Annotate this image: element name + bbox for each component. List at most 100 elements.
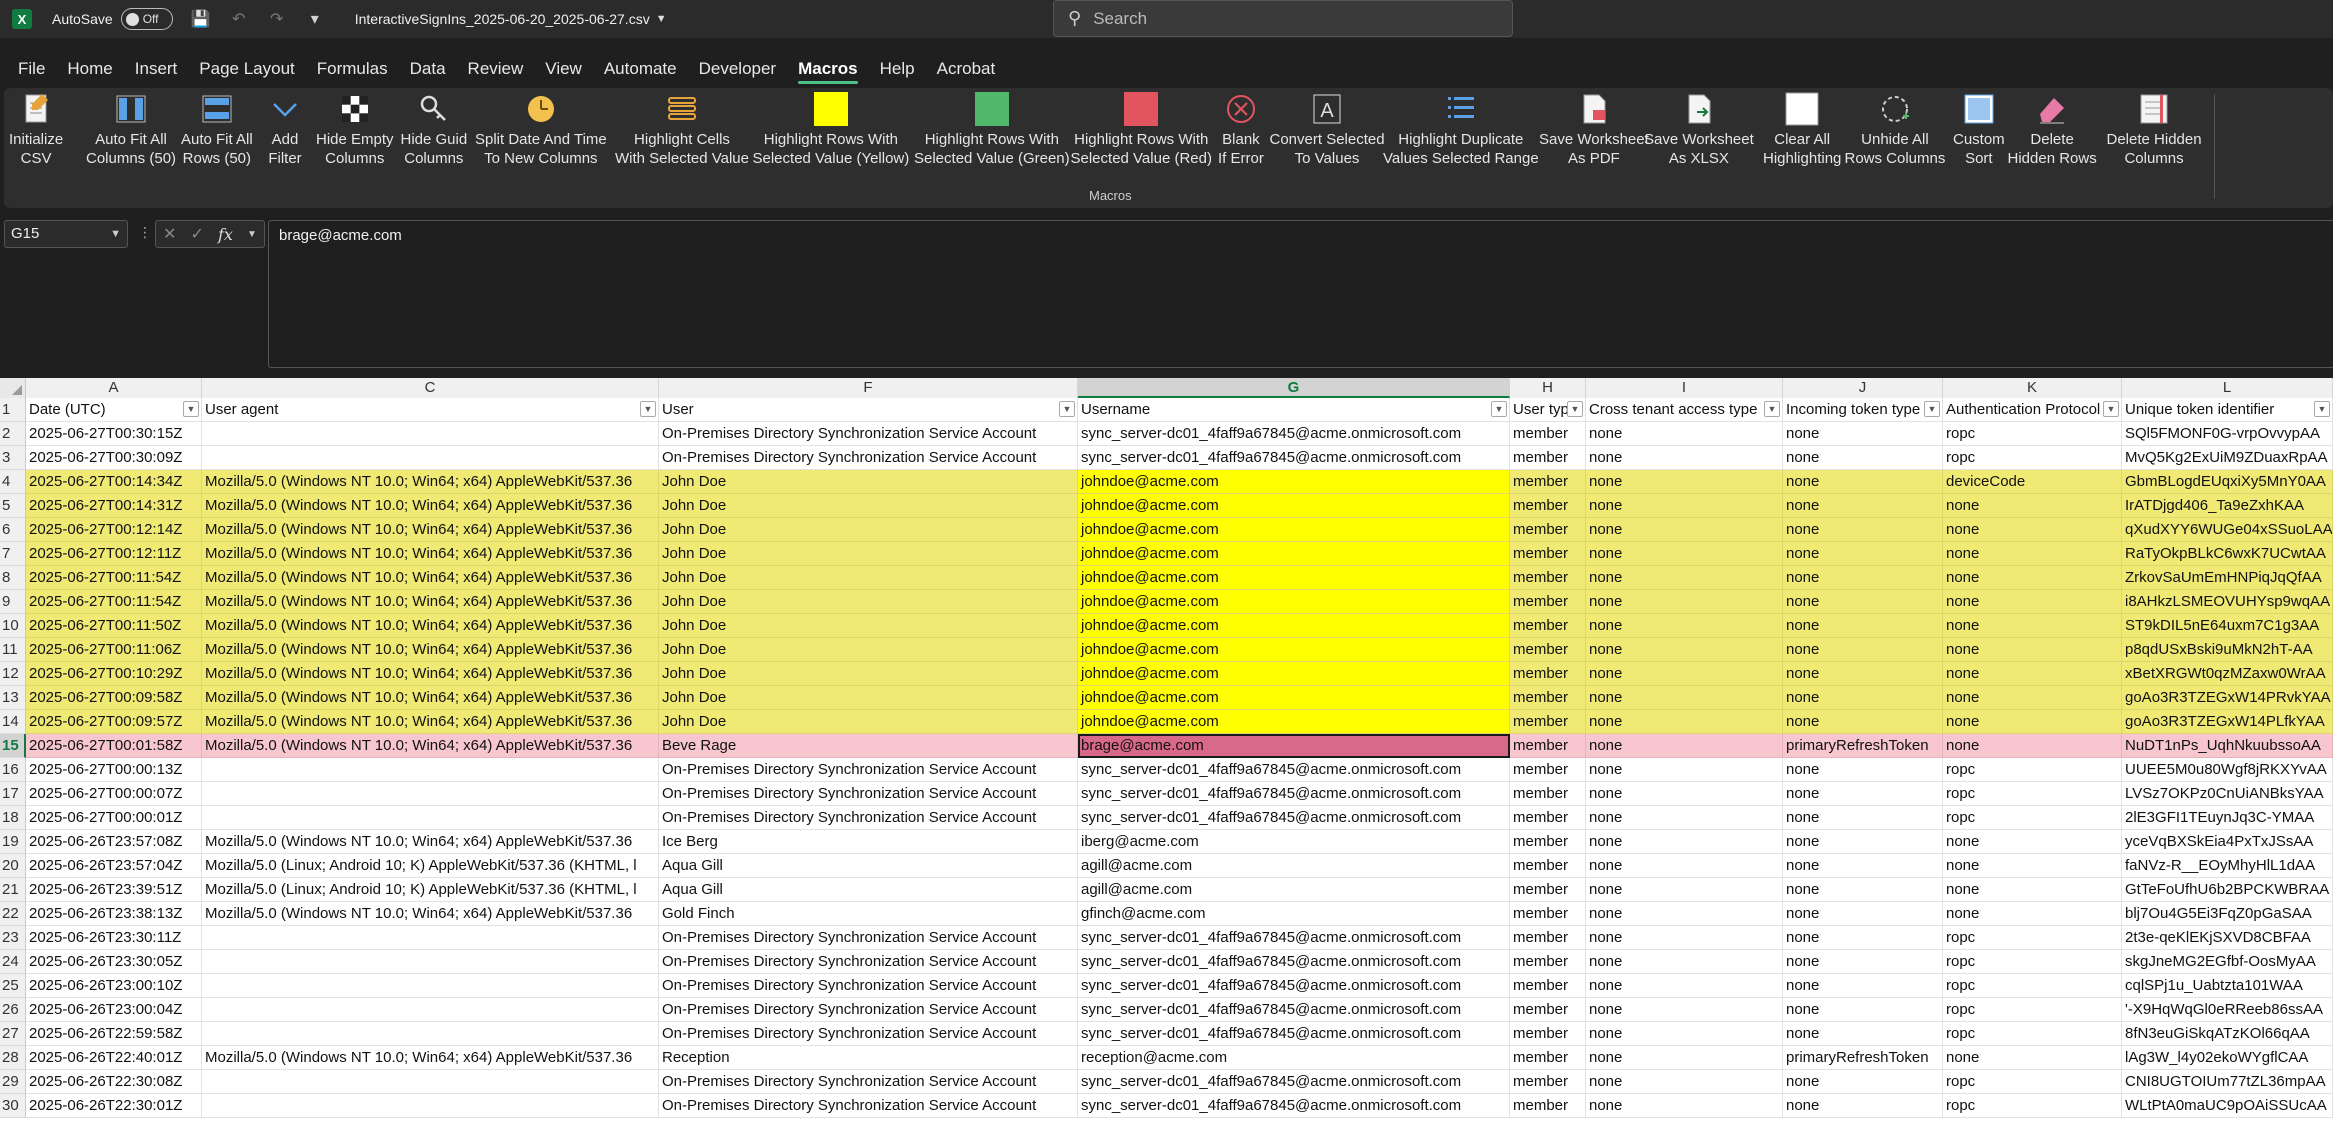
cell[interactable]: none bbox=[1586, 422, 1783, 446]
cell[interactable]: Mozilla/5.0 (Windows NT 10.0; Win64; x64… bbox=[202, 902, 659, 926]
cell[interactable]: On-Premises Directory Synchronization Se… bbox=[659, 926, 1078, 950]
menu-data[interactable]: Data bbox=[399, 54, 457, 84]
cell[interactable]: cqlSPj1u_Uabtzta101WAA bbox=[2122, 974, 2333, 998]
cell[interactable]: none bbox=[1783, 1070, 1943, 1094]
cell[interactable] bbox=[202, 782, 659, 806]
cell[interactable]: WLtPtA0maUC9pOAiSSUcAA bbox=[2122, 1094, 2333, 1118]
cell[interactable]: ropc bbox=[1943, 998, 2122, 1022]
cell[interactable]: ropc bbox=[1943, 1070, 2122, 1094]
cell[interactable]: agill@acme.com bbox=[1078, 878, 1510, 902]
cell[interactable]: Mozilla/5.0 (Windows NT 10.0; Win64; x64… bbox=[202, 830, 659, 854]
menu-review[interactable]: Review bbox=[457, 54, 535, 84]
cell[interactable]: 2t3e-qeKlEKjSXVD8CBFAA bbox=[2122, 926, 2333, 950]
macro-button-delete-hidden-columns[interactable]: Delete Hidden Columns bbox=[2107, 92, 2202, 168]
cell[interactable]: none bbox=[1586, 518, 1783, 542]
insert-function-button[interactable]: fx bbox=[218, 225, 233, 244]
cell[interactable]: member bbox=[1510, 782, 1586, 806]
macro-button-unhide-all-rows-columns[interactable]: Unhide All Rows Columns bbox=[1845, 92, 1945, 168]
column-header-i[interactable]: I bbox=[1586, 378, 1783, 398]
macro-button-auto-fit-all-rows-50[interactable]: Auto Fit All Rows (50) bbox=[181, 92, 253, 168]
cell[interactable]: none bbox=[1783, 782, 1943, 806]
macro-button-hide-empty-columns[interactable]: Hide Empty Columns bbox=[316, 92, 394, 168]
cell[interactable] bbox=[202, 758, 659, 782]
cell[interactable]: member bbox=[1510, 422, 1586, 446]
cell[interactable]: 2025-06-27T00:14:31Z bbox=[26, 494, 202, 518]
cell[interactable]: none bbox=[1943, 854, 2122, 878]
cell[interactable]: none bbox=[1586, 614, 1783, 638]
more-options-icon[interactable]: ⋮ bbox=[138, 224, 152, 241]
cell[interactable]: LVSz7OKPz0CnUiANBksYAA bbox=[2122, 782, 2333, 806]
save-icon[interactable]: 💾 bbox=[191, 9, 211, 29]
cell[interactable]: ropc bbox=[1943, 806, 2122, 830]
cell[interactable]: skgJneMG2EGfbf-OosMyAA bbox=[2122, 950, 2333, 974]
macro-button-initialize-csv[interactable]: Initialize CSV bbox=[9, 92, 63, 168]
cell[interactable]: member bbox=[1510, 686, 1586, 710]
cell[interactable]: John Doe bbox=[659, 662, 1078, 686]
cell[interactable]: none bbox=[1943, 686, 2122, 710]
filter-dropdown-icon[interactable]: ▼ bbox=[2103, 401, 2119, 417]
cell[interactable]: member bbox=[1510, 974, 1586, 998]
cell[interactable]: MvQ5Kg2ExUiM9ZDuaxRpAA bbox=[2122, 446, 2333, 470]
file-name[interactable]: InteractiveSignIns_2025-06-20_2025-06-27… bbox=[355, 11, 650, 27]
row-header[interactable]: 11 bbox=[0, 638, 26, 662]
cell[interactable]: member bbox=[1510, 494, 1586, 518]
cell[interactable]: member bbox=[1510, 710, 1586, 734]
cell[interactable]: none bbox=[1943, 710, 2122, 734]
row-header[interactable]: 29 bbox=[0, 1070, 26, 1094]
cell[interactable]: ropc bbox=[1943, 950, 2122, 974]
cell[interactable]: sync_server-dc01_4faff9a67845@acme.onmic… bbox=[1078, 1094, 1510, 1118]
cell[interactable]: On-Premises Directory Synchronization Se… bbox=[659, 950, 1078, 974]
cell[interactable]: none bbox=[1586, 1094, 1783, 1118]
cell[interactable]: On-Premises Directory Synchronization Se… bbox=[659, 446, 1078, 470]
cell[interactable]: johndoe@acme.com bbox=[1078, 590, 1510, 614]
cell[interactable]: member bbox=[1510, 1070, 1586, 1094]
cell[interactable]: goAo3R3TZEGxW14PRvkYAA bbox=[2122, 686, 2333, 710]
cell[interactable]: member bbox=[1510, 830, 1586, 854]
macro-button-highlight-duplicate-values-selected-range[interactable]: Highlight Duplicate Values Selected Rang… bbox=[1383, 92, 1539, 168]
cell[interactable]: SQl5FMONF0G-vrpOvvypAA bbox=[2122, 422, 2333, 446]
cell[interactable]: none bbox=[1943, 902, 2122, 926]
cell[interactable]: RaTyOkpBLkC6wxK7UCwtAA bbox=[2122, 542, 2333, 566]
row-header[interactable]: 25 bbox=[0, 974, 26, 998]
cell[interactable]: '-X9HqWqGl0eRReeb86ssAA bbox=[2122, 998, 2333, 1022]
cell[interactable]: GtTeFoUfhU6b2BPCKWBRAA bbox=[2122, 878, 2333, 902]
cell[interactable]: sync_server-dc01_4faff9a67845@acme.onmic… bbox=[1078, 1022, 1510, 1046]
cell[interactable]: member bbox=[1510, 1022, 1586, 1046]
cell[interactable]: none bbox=[1943, 638, 2122, 662]
cell[interactable] bbox=[202, 974, 659, 998]
cell[interactable]: 2025-06-27T00:00:01Z bbox=[26, 806, 202, 830]
macro-button-highlight-rows-with-selected-value-green[interactable]: Highlight Rows With Selected Value (Gree… bbox=[914, 92, 1070, 168]
cell[interactable] bbox=[202, 998, 659, 1022]
cell[interactable]: none bbox=[1783, 854, 1943, 878]
cell[interactable] bbox=[202, 950, 659, 974]
cell[interactable]: none bbox=[1586, 494, 1783, 518]
cell[interactable] bbox=[202, 446, 659, 470]
column-header-a[interactable]: A bbox=[26, 378, 202, 398]
cell[interactable]: none bbox=[1943, 614, 2122, 638]
row-header[interactable]: 23 bbox=[0, 926, 26, 950]
cell[interactable]: 2025-06-27T00:11:54Z bbox=[26, 566, 202, 590]
cell[interactable]: member bbox=[1510, 470, 1586, 494]
row-header[interactable]: 24 bbox=[0, 950, 26, 974]
row-header[interactable]: 9 bbox=[0, 590, 26, 614]
cell[interactable]: 2025-06-27T00:11:50Z bbox=[26, 614, 202, 638]
redo-icon[interactable]: ↷ bbox=[267, 9, 287, 29]
row-header[interactable]: 19 bbox=[0, 830, 26, 854]
filter-dropdown-icon[interactable]: ▼ bbox=[183, 401, 199, 417]
cell[interactable]: johndoe@acme.com bbox=[1078, 710, 1510, 734]
cell[interactable]: member bbox=[1510, 902, 1586, 926]
cell[interactable]: johndoe@acme.com bbox=[1078, 662, 1510, 686]
menu-home[interactable]: Home bbox=[56, 54, 123, 84]
cell[interactable]: Mozilla/5.0 (Windows NT 10.0; Win64; x64… bbox=[202, 734, 659, 758]
cell[interactable]: none bbox=[1586, 830, 1783, 854]
cell[interactable]: NuDT1nPs_UqhNkuubssoAA bbox=[2122, 734, 2333, 758]
row-header[interactable]: 22 bbox=[0, 902, 26, 926]
column-header-k[interactable]: K bbox=[1943, 378, 2122, 398]
cell[interactable]: ropc bbox=[1943, 782, 2122, 806]
cell[interactable]: 2025-06-27T00:00:13Z bbox=[26, 758, 202, 782]
cell[interactable]: johndoe@acme.com bbox=[1078, 686, 1510, 710]
cell[interactable]: johndoe@acme.com bbox=[1078, 566, 1510, 590]
enter-icon[interactable]: ✓ bbox=[191, 224, 204, 244]
macro-button-highlight-cells-with-selected-value[interactable]: Highlight Cells With Selected Value bbox=[615, 92, 749, 168]
cell[interactable]: member bbox=[1510, 926, 1586, 950]
